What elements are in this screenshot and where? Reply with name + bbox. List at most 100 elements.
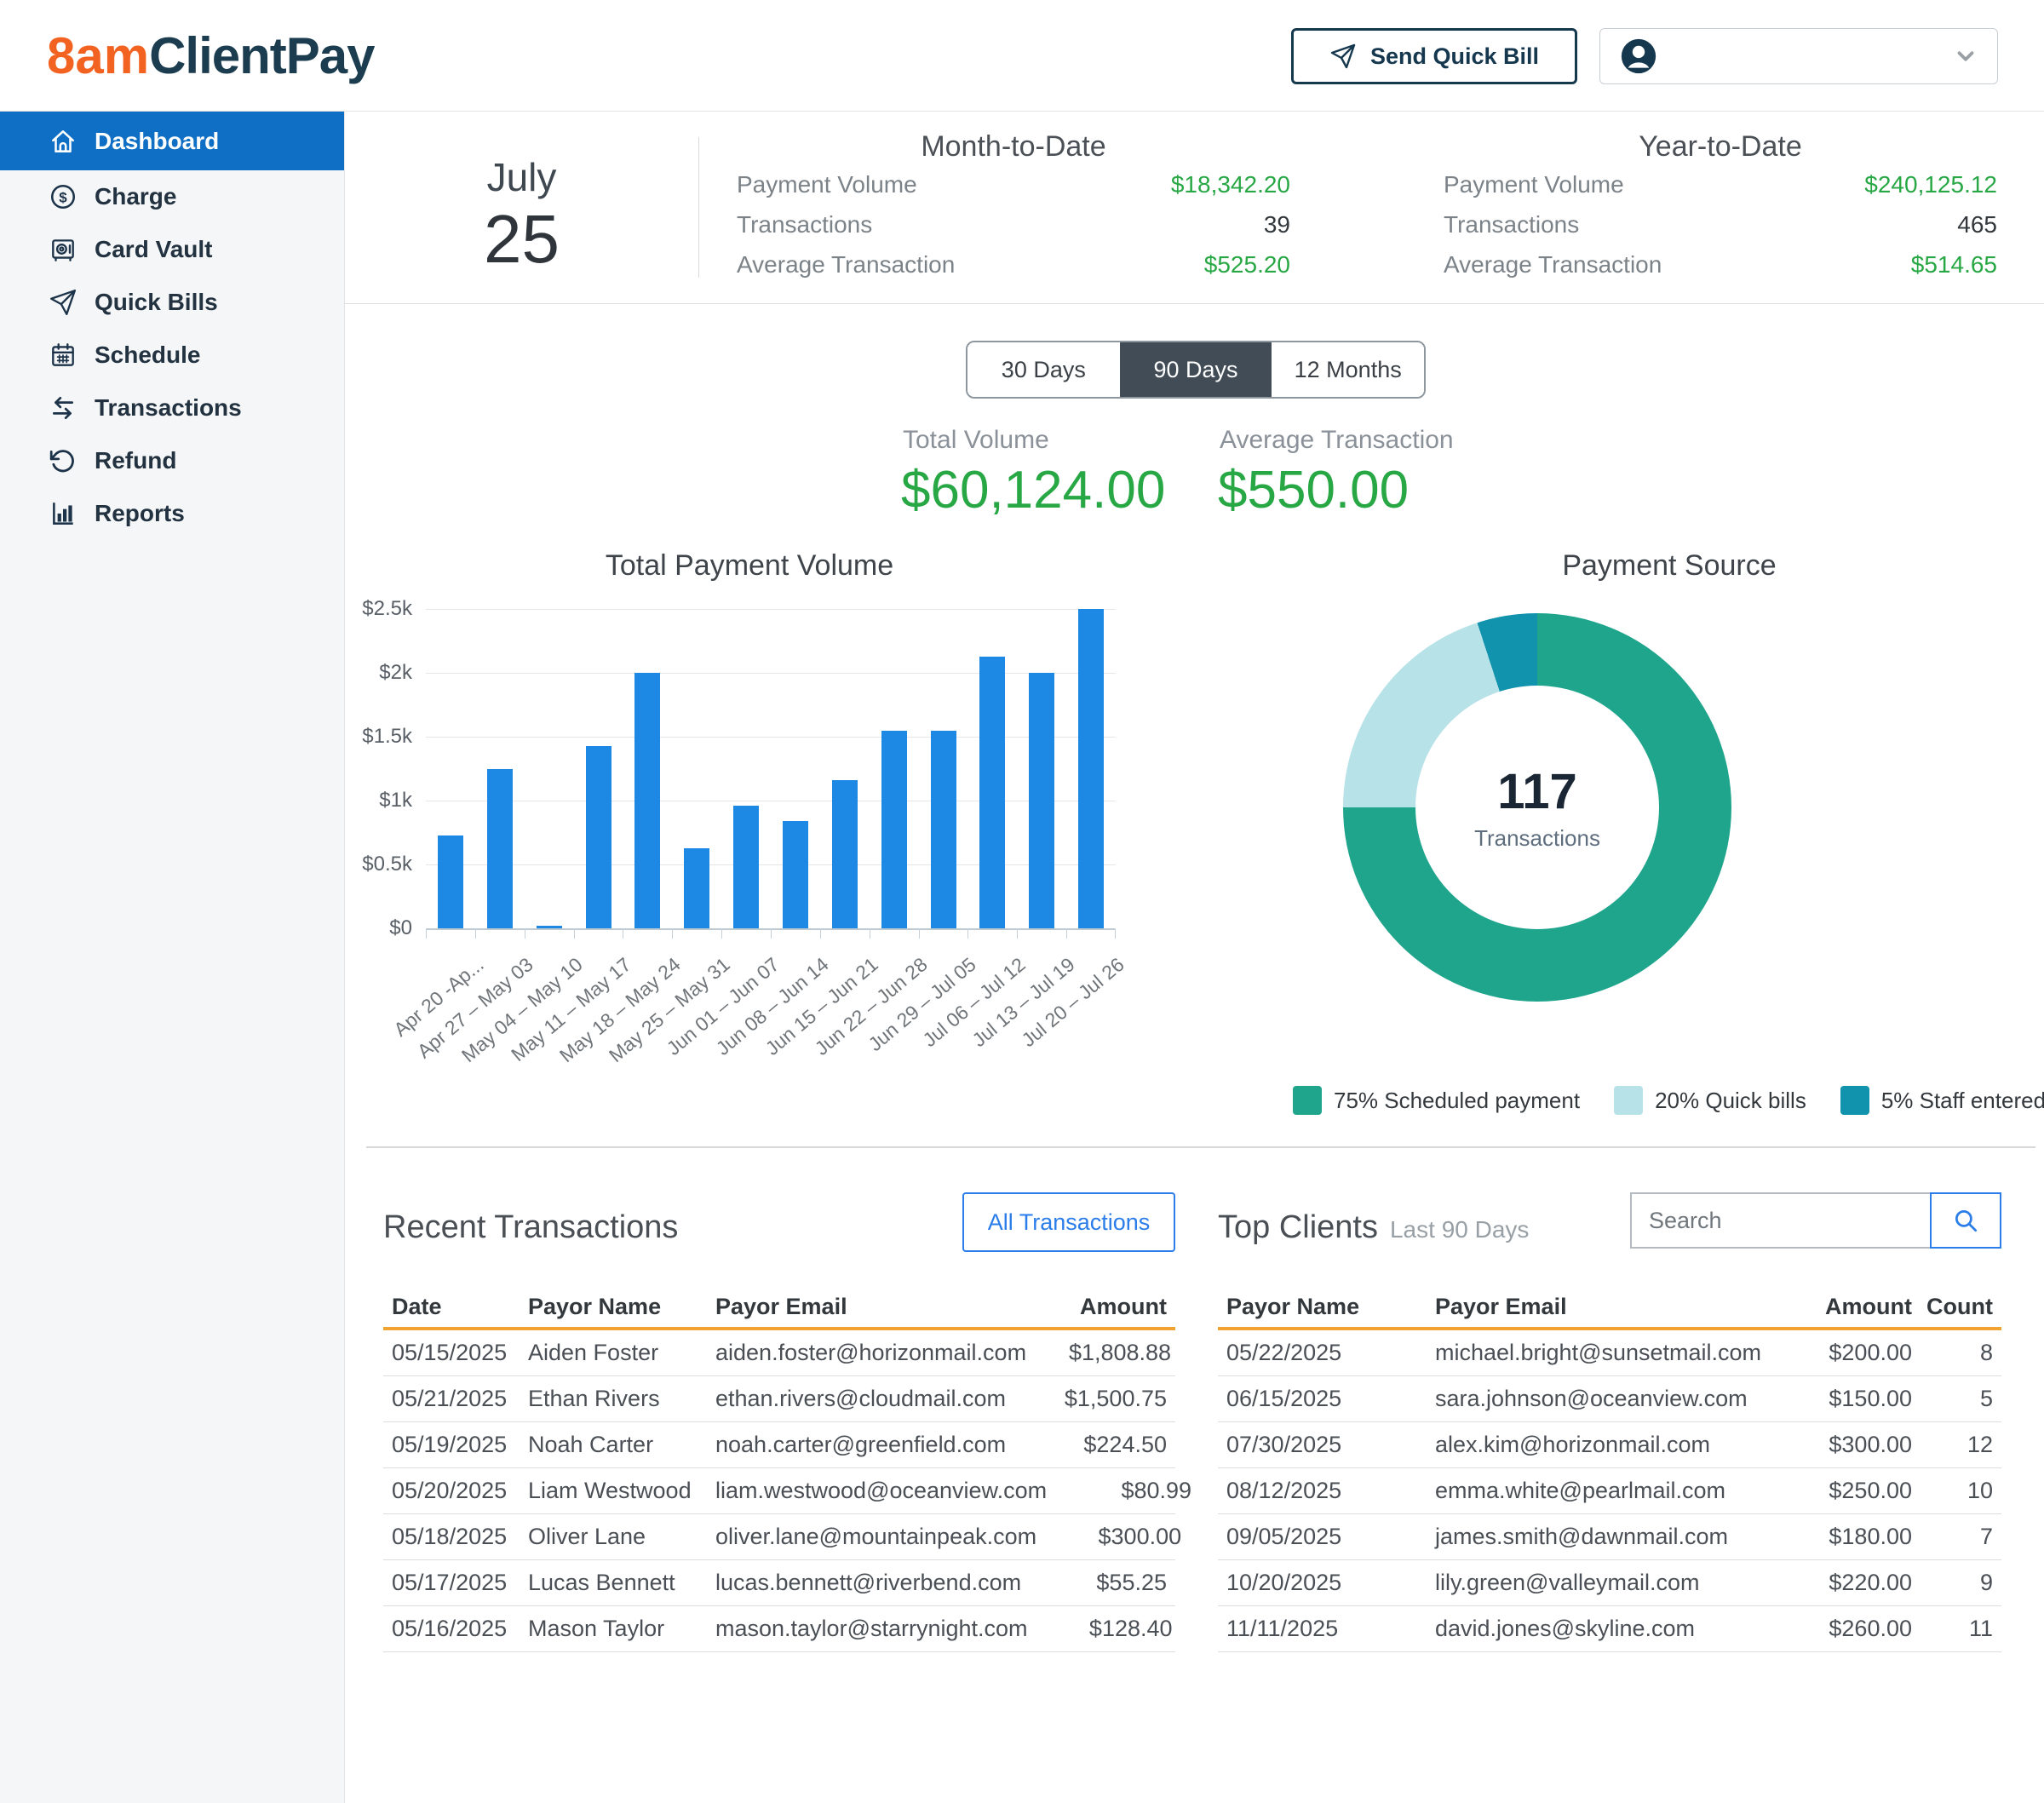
- dollar-circle-icon: $: [49, 182, 78, 211]
- bar: [1029, 673, 1054, 928]
- ytd-transactions-label: Transactions: [1444, 211, 1579, 238]
- top-clients-header: Payor Name Payor Email Amount Count: [1218, 1288, 2001, 1325]
- col-date: Date: [392, 1294, 528, 1320]
- cell-amount: $300.00: [1767, 1432, 1912, 1458]
- ytd-average-value: $514.65: [1911, 251, 1997, 278]
- mtd-transactions-value: 39: [1264, 211, 1290, 238]
- mtd-average-label: Average Transaction: [737, 251, 955, 278]
- sidebar-item-dashboard[interactable]: Dashboard: [0, 112, 344, 170]
- search-button[interactable]: [1930, 1192, 2001, 1249]
- transfer-arrows-icon: [49, 393, 78, 422]
- legend-label: 5% Staff entered: [1881, 1088, 2044, 1114]
- all-transactions-button[interactable]: All Transactions: [962, 1192, 1175, 1252]
- cell-payor-name: Aiden Foster: [528, 1340, 715, 1366]
- sidebar-item-label: Reports: [95, 500, 185, 527]
- bar: [487, 769, 513, 929]
- ytd-payment-volume-label: Payment Volume: [1444, 171, 1624, 198]
- sidebar-item-reports[interactable]: Reports: [0, 487, 344, 540]
- ytd-transactions-row: Transactions 465: [1444, 206, 1997, 244]
- ytd-title: Year-to-Date: [1444, 130, 1997, 164]
- bar-chart-plot: $2.5k$2k$1.5k$1k$0.5k$0: [426, 609, 1116, 928]
- logo-clientpay: ClientPay: [149, 27, 374, 84]
- cell-payor-email: liam.westwood@oceanview.com: [715, 1478, 1047, 1504]
- paper-plane-icon: [1329, 43, 1357, 70]
- cell-amount: $1,808.88: [1026, 1340, 1171, 1366]
- donut-center-value: 117: [1497, 763, 1577, 820]
- cell-date: 05/18/2025: [392, 1524, 528, 1550]
- cell-amount: $1,500.75: [1022, 1386, 1167, 1412]
- mtd-transactions-label: Transactions: [737, 211, 872, 238]
- sidebar-item-schedule[interactable]: Schedule: [0, 329, 344, 382]
- donut-center-label: Transactions: [1474, 825, 1600, 852]
- paper-plane-icon: [49, 288, 78, 317]
- tab-12-months[interactable]: 12 Months: [1272, 342, 1424, 397]
- send-quick-bill-button[interactable]: Send Quick Bill: [1291, 28, 1577, 84]
- tab-90-days[interactable]: 90 Days: [1120, 342, 1272, 397]
- home-icon: [49, 127, 78, 156]
- col-amount: Amount: [1022, 1294, 1167, 1320]
- col-count: Count: [1912, 1294, 1993, 1320]
- legend-item: 20% Quick bills: [1614, 1086, 1806, 1115]
- cell-date: 05/19/2025: [392, 1432, 528, 1458]
- cell-payor-email: emma.white@pearlmail.com: [1435, 1478, 1767, 1504]
- sidebar-item-charge[interactable]: $ Charge: [0, 170, 344, 223]
- cell-payor-name: Lucas Bennett: [528, 1570, 715, 1596]
- x-label-slot: Jul 20 – Jul 26: [1066, 941, 1116, 1111]
- donut-ring: 117 Transactions: [1343, 613, 1731, 1002]
- cell-payor-email: lucas.bennett@riverbend.com: [715, 1570, 1022, 1596]
- bar-slot: [820, 609, 870, 928]
- profile-dropdown[interactable]: [1599, 28, 1998, 84]
- col-payor-name: Payor Name: [528, 1294, 715, 1320]
- cell-payor-name: 06/15/2025: [1226, 1386, 1435, 1412]
- y-axis-tick-label: $0: [344, 916, 412, 940]
- cell-amount: $55.25: [1022, 1570, 1167, 1596]
- recent-transactions-title: Recent Transactions: [383, 1209, 678, 1246]
- mtd-average-row: Average Transaction $525.20: [737, 246, 1290, 284]
- cell-payor-name: 08/12/2025: [1226, 1478, 1435, 1504]
- donut-center: 117 Transactions: [1343, 613, 1731, 1002]
- sidebar-item-card-vault[interactable]: Card Vault: [0, 223, 344, 276]
- sidebar-item-label: Refund: [95, 447, 176, 474]
- cell-payor-name: 11/11/2025: [1226, 1616, 1435, 1642]
- rotate-ccw-icon: [49, 446, 78, 475]
- sidebar-item-label: Transactions: [95, 394, 242, 422]
- bar: [979, 657, 1005, 929]
- search-icon: [1951, 1206, 1980, 1235]
- mtd-payment-volume-value: $18,342.20: [1171, 171, 1290, 198]
- y-axis-tick-label: $2k: [344, 661, 412, 685]
- clientpay-dashboard: 8amClientPay Send Quick Bill Dashboard: [0, 0, 2044, 1803]
- table-row: 05/22/2025 michael.bright@sunsetmail.com…: [1218, 1330, 2001, 1376]
- ytd-transactions-value: 465: [1957, 211, 1997, 238]
- bar-slot: [525, 609, 574, 928]
- sidebar-item-refund[interactable]: Refund: [0, 434, 344, 487]
- ytd-payment-volume-row: Payment Volume $240,125.12: [1444, 166, 1997, 204]
- sidebar-item-label: Card Vault: [95, 236, 212, 263]
- sidebar-item-transactions[interactable]: Transactions: [0, 382, 344, 434]
- cell-amount: $200.00: [1767, 1340, 1912, 1366]
- cell-payor-name: Noah Carter: [528, 1432, 715, 1458]
- search-input[interactable]: [1630, 1192, 1930, 1249]
- table-row: 05/21/2025 Ethan Rivers ethan.rivers@clo…: [383, 1376, 1175, 1422]
- cell-payor-email: david.jones@skyline.com: [1435, 1616, 1767, 1642]
- tab-30-days[interactable]: 30 Days: [967, 342, 1120, 397]
- cell-amount: $220.00: [1767, 1570, 1912, 1596]
- mtd-payment-volume-row: Payment Volume $18,342.20: [737, 166, 1290, 204]
- cell-count: 12: [1912, 1432, 1993, 1458]
- sidebar-item-quick-bills[interactable]: Quick Bills: [0, 276, 344, 329]
- cell-payor-name: 05/22/2025: [1226, 1340, 1435, 1366]
- legend-item: 75% Scheduled payment: [1293, 1086, 1580, 1115]
- bar: [832, 780, 858, 928]
- total-volume-value: $60,124.00: [901, 460, 1165, 520]
- cell-date: 05/15/2025: [392, 1340, 528, 1366]
- table-row: 05/16/2025 Mason Taylor mason.taylor@sta…: [383, 1606, 1175, 1652]
- cell-payor-email: lily.green@valleymail.com: [1435, 1570, 1767, 1596]
- bar: [537, 926, 562, 928]
- cell-amount: $250.00: [1767, 1478, 1912, 1504]
- cell-payor-name: 09/05/2025: [1226, 1524, 1435, 1550]
- bar: [783, 821, 808, 928]
- total-volume-label: Total Volume: [903, 426, 1049, 455]
- sidebar-item-label: Quick Bills: [95, 289, 218, 316]
- bar: [684, 848, 709, 929]
- cell-payor-name: Ethan Rivers: [528, 1386, 715, 1412]
- x-axis-labels: Apr 20 -Ap...Apr 27 – May 03May 04 – May…: [426, 941, 1116, 1111]
